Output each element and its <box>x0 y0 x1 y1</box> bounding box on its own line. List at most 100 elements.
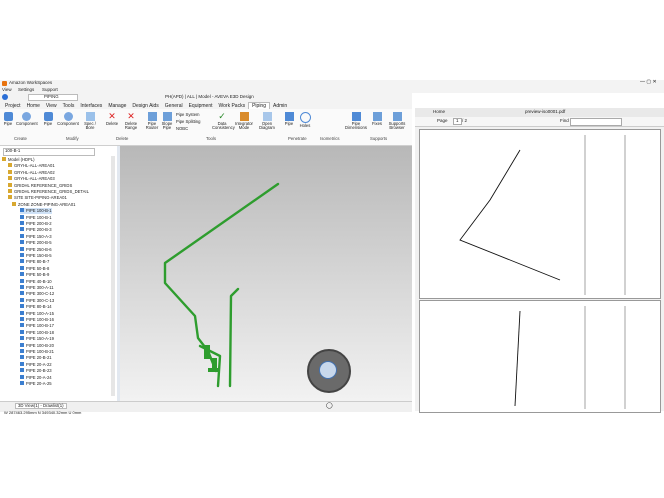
tree-item[interactable]: PIPE 100-B-18 <box>20 329 54 336</box>
pipe-system-button[interactable]: Pipe System <box>176 112 212 117</box>
menu-support[interactable]: Support <box>42 87 58 93</box>
pipe-tree-icon <box>20 323 24 328</box>
group-modify: Modify <box>66 136 79 141</box>
tree-item[interactable]: PIPE 80-B-7 <box>20 259 49 265</box>
tree-item[interactable]: PIPE 100-B-1 <box>20 208 52 215</box>
page-input[interactable]: 1 <box>453 118 462 125</box>
spec-bore-button[interactable]: Spec / Bore <box>82 112 98 131</box>
tree-item[interactable]: PIPE 150-A-3 <box>20 233 52 240</box>
tree-item-label: GRYHL-ALL-AREA03 <box>14 176 55 182</box>
tree-item[interactable]: PIPE 40-B-10 <box>20 278 52 285</box>
tree-item-label: GRYHL-ALL-AREA02 <box>14 169 55 175</box>
page-label: Page <box>437 118 448 123</box>
tree-item-label: PIPE 200-B-5 <box>26 240 52 246</box>
chat-icon[interactable]: ◯ <box>326 403 333 409</box>
menu-settings[interactable]: Settings <box>18 87 34 93</box>
pipe-dimensions-label: Pipe Dimensions <box>345 121 367 131</box>
data-consistency-button[interactable]: ✓ Data Consistency <box>212 112 235 131</box>
component-create-button[interactable]: Component <box>16 112 38 126</box>
menu-view[interactable]: View <box>2 87 12 93</box>
tree-item[interactable]: PIPE 100-B-17 <box>20 323 54 329</box>
pipe-tree-icon <box>20 208 24 213</box>
tree-item[interactable]: GRIDHL REFERENCE_GRIDS_DETAIL <box>8 189 89 195</box>
tree-item[interactable]: PIPE 300-A-11 <box>20 285 54 291</box>
page-count: / 2 <box>462 118 468 123</box>
supports-browser-button[interactable]: Supports Browser <box>386 112 408 131</box>
tree-item[interactable]: PIPE 150-B-5 <box>20 253 52 259</box>
pipe-tree-icon <box>20 368 24 373</box>
workspaces-title: Amazon WorkSpaces <box>9 80 53 85</box>
tree-item[interactable]: GRIDHL REFERENCE_GRIDS <box>8 182 72 189</box>
delete-button[interactable]: ✕ Delete <box>104 112 120 126</box>
slope-pipe-button[interactable]: Slope Pipe <box>160 112 174 131</box>
tree-item[interactable]: GRYHL-ALL-AREA02 <box>8 169 55 176</box>
tree-item[interactable]: PIPE 20-A-22 <box>20 361 52 368</box>
tree-item-label: PIPE 50-B-9 <box>26 272 50 278</box>
tree-item[interactable]: PIPE 80-B-14 <box>20 304 52 310</box>
penetrate-pipe-button[interactable]: Pipe <box>282 112 296 126</box>
explorer-search-text: 100-B-1 <box>5 148 21 153</box>
component-modify-button[interactable]: Component <box>57 112 79 126</box>
find-input[interactable] <box>570 118 622 126</box>
tree-item[interactable]: PIPE 100-B-16 <box>20 317 54 323</box>
open-diagram-button[interactable]: Open Diagram <box>256 112 278 131</box>
tree-item[interactable]: GRYHL-ALL-AREA03 <box>8 176 55 182</box>
pipe-dimensions-button[interactable]: Pipe Dimensions <box>344 112 368 131</box>
integrator-mode-button[interactable]: Integrator Mode <box>234 112 254 131</box>
app-titlebar: PIPING PH(APD) | ALL | Model - AVEVA E3D… <box>0 93 412 101</box>
pipe-create-button[interactable]: Pipe <box>2 112 14 126</box>
tree-item[interactable]: Model (HDPL) <box>2 157 35 163</box>
nobc-button[interactable]: NOBC <box>176 126 212 131</box>
pipe-tree-icon <box>20 227 24 232</box>
3d-viewport[interactable] <box>120 146 412 401</box>
tree-item[interactable]: PIPE 200-B-2 <box>20 221 52 227</box>
tree-item-label: PIPE 20-A-25 <box>26 381 52 386</box>
window-controls-icon[interactable]: — ▢ ✕ <box>640 80 657 85</box>
diagram-icon <box>262 112 272 121</box>
pipe-tree-icon <box>20 304 24 309</box>
pipe-tree-icon <box>20 259 24 264</box>
tree-item[interactable]: PIPE 300-C-12 <box>20 291 54 297</box>
tree-item[interactable]: PIPE 20-A-24 <box>20 374 52 381</box>
tree-item[interactable]: PIPE 50-B-8 <box>20 265 49 272</box>
tree-item[interactable]: SITE SITE-PIPING-AREA01 <box>8 195 67 201</box>
workspaces-logo-icon <box>2 81 7 86</box>
explorer-scrollbar[interactable] <box>111 156 115 396</box>
view-tabs[interactable]: 3D View(1) - Drawlist(1) <box>15 403 67 410</box>
component-modify-icon <box>63 112 73 121</box>
delete-range-button[interactable]: ✕ Delete Range <box>122 112 140 131</box>
tab-home[interactable]: Home <box>433 109 445 115</box>
tree-item[interactable]: PIPE 100-B-1 <box>20 214 52 221</box>
tree-item[interactable]: PIPE 20-B-21 <box>20 355 52 361</box>
tree-item[interactable]: PIPE 300-C-13 <box>20 297 54 304</box>
tree-item[interactable]: PIPE 150-A-19 <box>20 336 54 342</box>
tree-item[interactable]: PIPE 100-B-21 <box>20 349 54 355</box>
tree-item[interactable]: ZONE ZONE-PIPING-AREA01 <box>12 201 75 208</box>
tree-item-label: PIPE 20-A-24 <box>26 374 52 380</box>
pipe-splitting-button[interactable]: Pipe Splitting <box>176 119 212 124</box>
pipe-model <box>163 182 280 388</box>
tree-item[interactable]: PIPE 20-A-25 <box>20 381 52 387</box>
slope-pipe-label: Slope Pipe <box>161 121 173 131</box>
fixes-button[interactable]: Fixes <box>370 112 384 126</box>
pipe-tree-icon <box>20 355 24 360</box>
tree-item-label: PIPE 100-B-1 <box>26 214 52 220</box>
pipe-tree-icon <box>20 329 24 334</box>
delete-range-icon: ✕ <box>127 111 135 121</box>
model-explorer: 100-B-1 Model (HDPL) GRYHL-ALL-AREA01 GRYH… <box>0 146 118 401</box>
pipe-tree-icon <box>20 272 24 277</box>
tree-item[interactable]: PIPE 200-B-5 <box>20 240 52 246</box>
tree-item[interactable]: PIPE 20-B-23 <box>20 368 52 374</box>
pipe-modify-button[interactable]: Pipe <box>42 112 54 126</box>
holes-button[interactable]: Holes <box>298 112 312 128</box>
tree-item[interactable]: PIPE 100-B-20 <box>20 342 54 349</box>
project-box-text: PIPING <box>44 94 59 99</box>
tab-pdf-file[interactable]: preview-iso0001.pdf <box>525 109 565 115</box>
tree-item-label: PIPE 100-B-17 <box>26 323 54 329</box>
tree-item[interactable]: PIPE 50-B-9 <box>20 272 49 278</box>
tree-item[interactable]: PIPE 250-B-6 <box>20 246 52 253</box>
tree-item[interactable]: GRYHL-ALL-AREA01 <box>8 163 55 169</box>
pipe-router-button[interactable]: Pipe Router <box>144 112 160 131</box>
tree-item[interactable]: PIPE 200-B-3 <box>20 227 52 233</box>
tree-item[interactable]: PIPE 100-A-15 <box>20 310 54 317</box>
